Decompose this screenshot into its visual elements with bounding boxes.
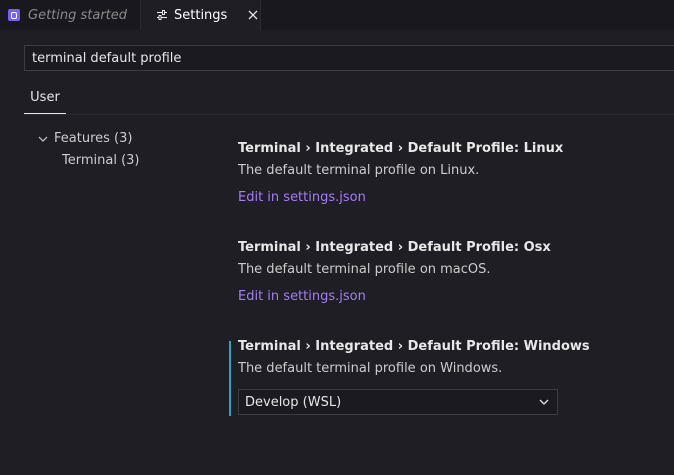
tab-label: Settings (174, 7, 228, 23)
default-profile-windows-select[interactable]: Develop (WSL) (238, 389, 558, 415)
setting-description: The default terminal profile on Windows. (238, 361, 503, 376)
chevron-down-icon (37, 133, 49, 145)
app-icon (8, 9, 20, 21)
setting-default-profile-windows: Terminal › Integrated › Default Profile:… (238, 339, 590, 376)
settings-sliders-icon (156, 9, 168, 21)
setting-description: The default terminal profile on macOS. (238, 262, 491, 277)
tab-settings[interactable]: Settings (141, 0, 261, 30)
setting-title: Terminal › Integrated › Default Profile:… (238, 240, 551, 255)
toc-item-features[interactable]: Features (3) (37, 131, 132, 146)
tab-user-settings[interactable]: User (24, 87, 66, 114)
close-icon[interactable] (246, 8, 260, 22)
toc-item-terminal[interactable]: Terminal (3) (62, 153, 140, 168)
setting-description: The default terminal profile on Linux. (238, 163, 480, 178)
tab-getting-started[interactable]: Getting started (0, 0, 141, 30)
setting-default-profile-osx: Terminal › Integrated › Default Profile:… (238, 240, 551, 304)
editor-tab-bar: Getting started Settings (0, 0, 674, 30)
setting-default-profile-linux: Terminal › Integrated › Default Profile:… (238, 141, 563, 205)
edit-in-settings-json-link[interactable]: Edit in settings.json (238, 289, 551, 304)
chevron-down-icon (538, 396, 550, 408)
setting-title: Terminal › Integrated › Default Profile:… (238, 141, 564, 156)
settings-search-input[interactable] (24, 45, 674, 71)
toc-item-label: Features (3) (54, 131, 133, 146)
select-value: Develop (WSL) (245, 394, 342, 410)
focus-indicator (229, 341, 231, 416)
divider (24, 114, 674, 115)
edit-in-settings-json-link[interactable]: Edit in settings.json (238, 190, 563, 205)
tab-label: Getting started (28, 7, 128, 23)
setting-title: Terminal › Integrated › Default Profile:… (238, 339, 590, 354)
